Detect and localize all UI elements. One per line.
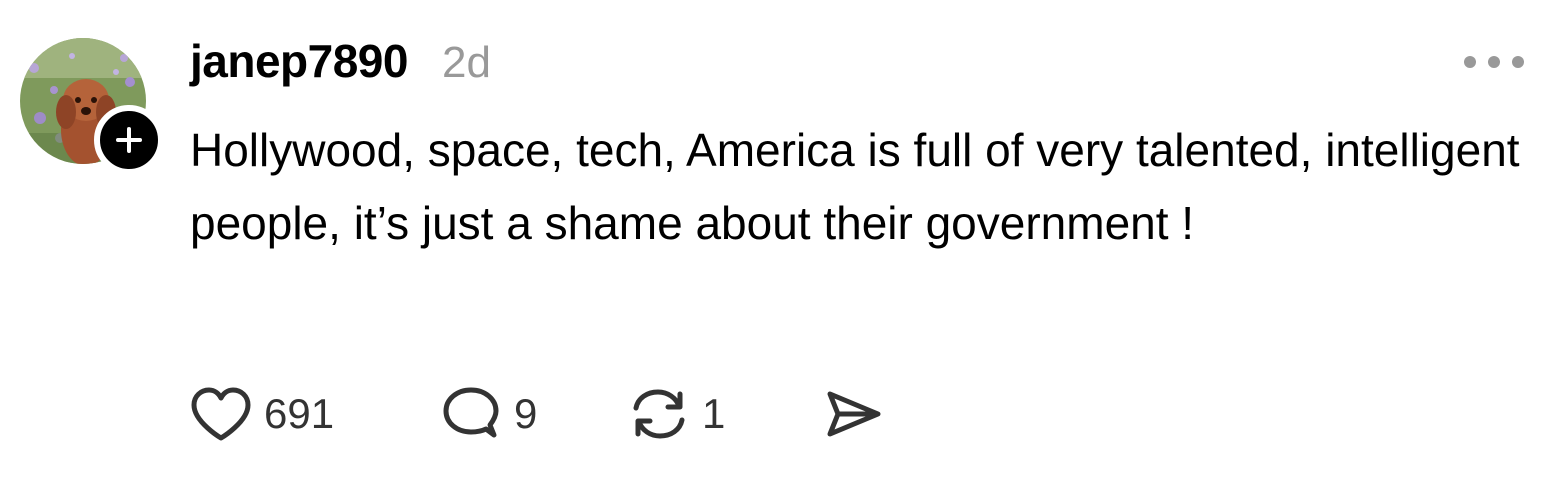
- post-text: Hollywood, space, tech, America is full …: [190, 124, 1520, 249]
- post-header: janep7890 2d: [190, 34, 491, 94]
- avatar-container: [20, 38, 164, 175]
- plus-icon: [116, 127, 142, 153]
- follow-button[interactable]: [94, 105, 164, 175]
- send-icon: [827, 391, 881, 437]
- reply-count: 9: [514, 390, 538, 437]
- repost-button[interactable]: 1: [628, 386, 822, 442]
- reply-button[interactable]: 9: [440, 385, 628, 443]
- more-options-button[interactable]: [1456, 44, 1532, 80]
- repost-icon: [633, 389, 685, 439]
- like-button[interactable]: 691: [190, 386, 440, 442]
- like-count: 691: [264, 390, 335, 437]
- more-dots-icon: [1464, 56, 1524, 68]
- comment-bubble-icon: [443, 387, 499, 438]
- thread-post: janep7890 2d Hollywood, space, tech, Ame…: [0, 0, 1550, 478]
- repost-count: 1: [702, 390, 726, 437]
- heart-icon: [191, 387, 251, 441]
- username[interactable]: janep7890: [190, 34, 408, 88]
- action-bar: 691 9 1: [190, 384, 892, 444]
- share-button[interactable]: [822, 386, 892, 442]
- timestamp: 2d: [441, 38, 491, 87]
